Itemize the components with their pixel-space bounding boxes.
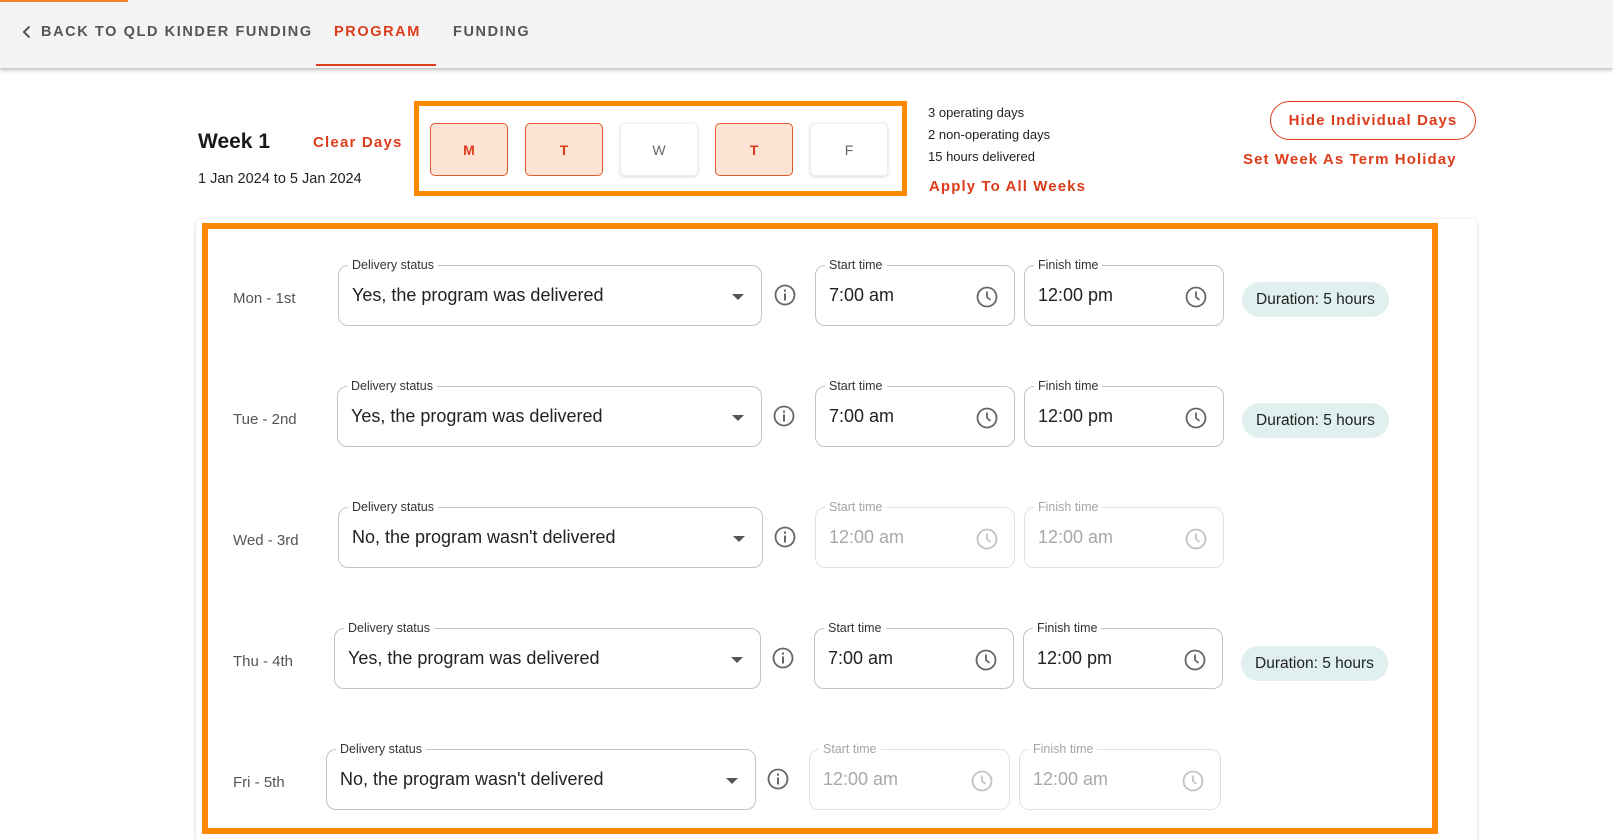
daily-rows-highlight xyxy=(202,223,1438,834)
non-operating-days-count: 2 non-operating days xyxy=(928,127,1051,142)
clear-days-button[interactable]: Clear Days xyxy=(313,134,403,151)
hide-individual-days-button[interactable]: Hide Individual Days xyxy=(1270,101,1476,140)
week-title: Week 1 xyxy=(198,130,270,153)
week-date-range: 1 Jan 2024 to 5 Jan 2024 xyxy=(198,171,362,187)
back-link-label: BACK TO QLD KINDER FUNDING xyxy=(41,24,313,40)
top-nav-bar: BACK TO QLD KINDER FUNDING PROGRAM FUNDI… xyxy=(0,0,1613,68)
hours-delivered: 15 hours delivered xyxy=(928,149,1035,164)
day-toggle-thursday[interactable]: T xyxy=(715,123,793,176)
day-toggle-tuesday[interactable]: T xyxy=(525,123,603,176)
top-accent-line xyxy=(0,0,128,2)
week-summary: 3 operating days 2 non-operating days 15… xyxy=(928,102,1050,168)
day-toggle-monday[interactable]: M xyxy=(430,123,508,176)
chevron-left-icon xyxy=(22,25,31,39)
day-toggle-wednesday[interactable]: W xyxy=(620,123,698,176)
day-toggle-friday[interactable]: F xyxy=(810,123,888,176)
operating-days-count: 3 operating days xyxy=(928,105,1025,120)
apply-to-all-weeks-button[interactable]: Apply To All Weeks xyxy=(929,178,1086,195)
tab-program[interactable]: PROGRAM xyxy=(334,24,421,40)
active-tab-indicator xyxy=(316,64,436,66)
set-term-holiday-button[interactable]: Set Week As Term Holiday xyxy=(1243,151,1457,168)
tab-funding[interactable]: FUNDING xyxy=(453,24,530,40)
back-link[interactable]: BACK TO QLD KINDER FUNDING xyxy=(22,24,313,40)
